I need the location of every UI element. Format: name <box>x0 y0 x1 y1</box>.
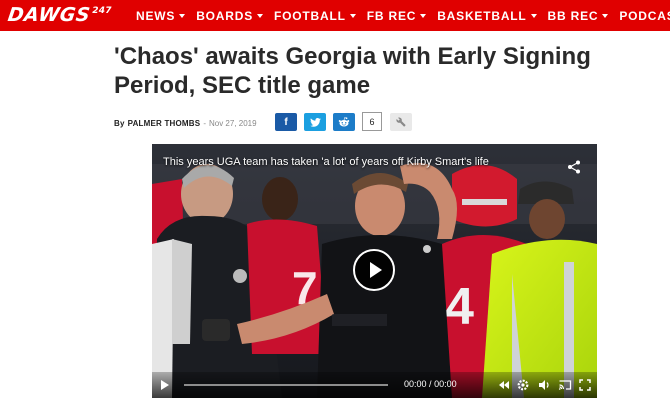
top-navigation-bar: DAWGS 247 NEWS BOARDS FOOTBALL FB REC BA… <box>0 0 670 31</box>
reddit-icon <box>338 117 350 127</box>
nav-item-label: FB REC <box>366 8 417 23</box>
author-name[interactable]: PALMER THOMBS <box>128 119 201 128</box>
site-logo-text: DAWGS <box>6 4 92 26</box>
nav-item-label: FOOTBALL <box>274 8 346 23</box>
article-headline: 'Chaos' awaits Georgia with Early Signin… <box>114 43 591 99</box>
share-reddit-button[interactable] <box>333 113 355 131</box>
nav-item-fb-rec[interactable]: FB REC <box>366 8 427 23</box>
nav-item-label: NEWS <box>136 8 176 23</box>
nav-item-label: BB REC <box>547 8 599 23</box>
video-player[interactable]: 7 4 This years UGA team has taken 'a lot… <box>152 144 597 398</box>
twitter-bird-icon <box>309 117 321 127</box>
publish-date: Nov 27, 2019 <box>208 118 257 128</box>
nav-item-podcasts[interactable]: PODCASTS <box>619 9 670 23</box>
chevron-down-icon <box>602 13 609 18</box>
nav-item-basketball[interactable]: BASKETBALL <box>437 8 537 23</box>
nav-item-label: BASKETBALL <box>437 8 527 23</box>
video-progress-bar[interactable] <box>184 384 388 386</box>
gear-icon[interactable] <box>516 378 530 392</box>
chevron-down-icon <box>349 13 356 18</box>
video-controls-bar: 00:00 / 00:00 <box>152 372 597 398</box>
rewind-icon[interactable] <box>497 378 511 392</box>
nav-item-football[interactable]: FOOTBALL <box>274 9 356 23</box>
svg-text:4: 4 <box>445 278 474 336</box>
share-count-badge: 6 <box>362 112 382 131</box>
chevron-down-icon <box>420 13 427 18</box>
share-twitter-button[interactable] <box>304 113 326 131</box>
byline-prefix: By <box>114 118 125 128</box>
site-logo[interactable]: DAWGS 247 <box>6 4 112 28</box>
video-time-separator: / <box>429 379 432 389</box>
chevron-down-icon <box>257 13 264 18</box>
video-current-time: 00:00 <box>404 379 427 389</box>
article-byline: By PALMER THOMBS - Nov 27, 2019 <box>114 115 257 131</box>
video-title: This years UGA team has taken 'a lot' of… <box>163 156 489 168</box>
video-play-button[interactable] <box>353 249 395 291</box>
nav-item-bb-rec[interactable]: BB REC <box>548 9 609 23</box>
play-icon <box>370 262 382 278</box>
article-tools-button[interactable] <box>390 113 412 131</box>
facebook-icon: f <box>284 116 288 128</box>
byline-separator: - <box>203 118 206 128</box>
chevron-down-icon <box>179 13 186 18</box>
fullscreen-icon[interactable] <box>578 378 592 392</box>
wrench-icon <box>396 117 406 127</box>
share-facebook-button[interactable]: f <box>275 113 297 131</box>
main-menu: NEWS BOARDS FOOTBALL FB REC BASKETBALL B… <box>136 0 670 31</box>
control-play-icon[interactable] <box>161 380 169 390</box>
video-duration: 00:00 <box>434 379 457 389</box>
nav-item-label: PODCASTS <box>619 8 670 23</box>
site-logo-suffix: 247 <box>92 6 112 16</box>
nav-item-boards[interactable]: BOARDS <box>196 8 264 23</box>
video-share-icon[interactable] <box>567 160 581 174</box>
nav-item-news[interactable]: NEWS <box>136 8 186 23</box>
nav-item-label: BOARDS <box>196 8 254 23</box>
chevron-down-icon <box>530 13 537 18</box>
volume-icon[interactable] <box>537 378 551 392</box>
cast-icon[interactable] <box>558 378 572 392</box>
video-timecode: 00:00 / 00:00 <box>404 379 457 389</box>
